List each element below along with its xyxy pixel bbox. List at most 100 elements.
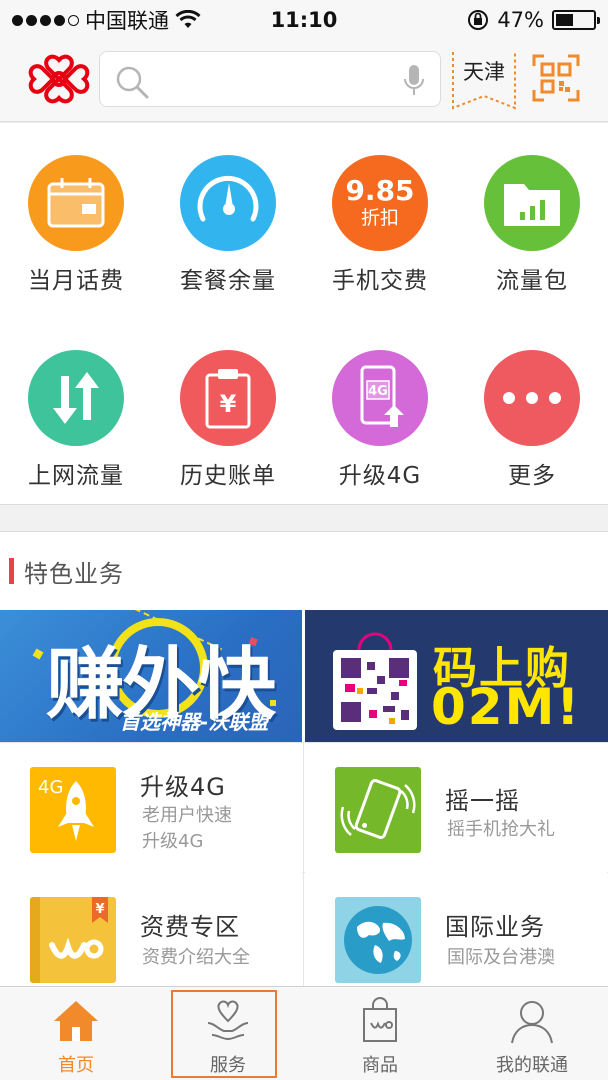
grid-item-bill-history[interactable]: ¥ 历史账单 (152, 318, 304, 489)
rocket-icon: 4G (38, 777, 94, 841)
rotation-lock-icon (468, 10, 489, 30)
card-title: 摇一摇 (445, 787, 520, 815)
card-title: 升级4G (140, 773, 226, 801)
shake-phone-icon (335, 767, 421, 853)
microphone-icon[interactable] (402, 64, 426, 98)
tab-label: 我的联通 (496, 1055, 568, 1076)
grid-item-circle (484, 155, 580, 251)
card-description: 老用户快速 升级4G (142, 803, 292, 855)
grid-item-upgrade-4g[interactable]: 4G 升级4G (304, 318, 456, 489)
card-description-line: 摇手机抢大礼 (447, 819, 555, 840)
city-selector-border (452, 52, 516, 110)
china-unicom-logo-icon[interactable] (28, 54, 90, 104)
grid-item-circle: ¥ (180, 350, 276, 446)
card-description-line: 老用户快速 (142, 805, 232, 826)
grid-item-label: 当月话费 (28, 268, 124, 294)
price-book-icon: ¥ (30, 897, 116, 983)
calendar-icon (47, 178, 105, 228)
shopping-bag-icon (363, 997, 397, 1042)
wifi-icon (175, 10, 201, 28)
section-title-bar (9, 558, 14, 584)
heart-hands-icon (207, 1000, 249, 1041)
grid-item-data-pack[interactable]: 流量包 (456, 123, 608, 294)
grid-item-circle (180, 155, 276, 251)
tab-products[interactable]: 商品 (304, 987, 456, 1080)
rocket-4g-badge: 4G (38, 777, 63, 798)
featured-services-section: 特色业务 赚外快 首选神器-沃联盟 码上购 02M! 4G 升级4G 老用户快速… (0, 531, 608, 1003)
grid-item-circle (484, 350, 580, 446)
status-right: 47% (467, 8, 600, 32)
home-icon (54, 1001, 98, 1041)
globe-graphic (344, 906, 412, 974)
tab-label: 商品 (362, 1055, 398, 1076)
gauge-icon (197, 175, 259, 222)
grid-item-circle: 9.85 折扣 (332, 155, 428, 251)
user-icon (511, 1001, 553, 1044)
banner-wo-alliance[interactable]: 赚外快 首选神器-沃联盟 (0, 610, 302, 742)
card-description-line: 资费介绍大全 (142, 947, 250, 968)
banner-sub-text: 首选神器-沃联盟 (120, 710, 269, 734)
banner-subtitle: 02M! (431, 678, 582, 736)
search-bar[interactable] (99, 51, 441, 107)
signal-strength-icon (12, 14, 79, 26)
grid-item-internet-usage[interactable]: 上网流量 (0, 318, 152, 489)
tab-home[interactable]: 首页 (0, 987, 152, 1080)
card-tariff-zone[interactable]: ¥ 资费专区 资费介绍大全 (0, 873, 302, 1003)
grid-item-circle: 4G (332, 350, 428, 446)
tab-label: 服务 (210, 1055, 246, 1076)
price-tag-badge: ¥ (95, 902, 104, 917)
book-icon: ¥ (30, 897, 108, 983)
phone-4g-icon: 4G (360, 365, 404, 427)
section-title: 特色业务 (0, 554, 124, 588)
status-left: 中国联通 (12, 5, 201, 35)
tab-service[interactable]: 服务 (152, 987, 304, 1080)
grid-item-plan-balance[interactable]: 套餐余量 (152, 123, 304, 294)
globe-icon (335, 897, 421, 983)
grid-item-monthly-bill[interactable]: 当月话费 (0, 123, 152, 294)
grid-item-label: 升级4G (338, 463, 422, 489)
grid-item-label: 上网流量 (28, 463, 124, 489)
card-upgrade-4g[interactable]: 4G 升级4G 老用户快速 升级4G (0, 743, 302, 873)
rocket-4g-icon: 4G (30, 767, 116, 853)
card-description: 国际及台港澳 (447, 945, 597, 971)
card-shake[interactable]: 摇一摇 摇手机抢大礼 (305, 743, 607, 873)
search-input[interactable] (158, 60, 388, 98)
discount-badge-text: 折扣 (360, 207, 399, 229)
grid-item-more[interactable]: 更多 (456, 318, 608, 489)
card-title: 资费专区 (140, 913, 240, 941)
bill-clipboard-icon: ¥ (205, 369, 251, 429)
battery-percent: 47% (497, 8, 544, 32)
grid-item-label: 手机交费 (332, 268, 428, 294)
tab-my-unicom[interactable]: 我的联通 (456, 987, 608, 1080)
grid-item-circle (28, 350, 124, 446)
bottom-tab-bar: 首页 服务 商品 我的联通 (0, 986, 608, 1080)
grid-item-phone-recharge[interactable]: 9.85 折扣 手机交费 (304, 123, 456, 294)
card-description: 资费介绍大全 (142, 945, 292, 971)
phone-shake-icon (340, 779, 416, 839)
card-description-line: 升级4G (142, 831, 204, 852)
updown-arrows-icon (53, 372, 99, 424)
folder-chart-icon (504, 184, 560, 226)
quick-service-grid: 当月话费 套餐余量 9.85 折扣 手机交费 流量包 上网流量 ¥ 历史账单 4… (0, 123, 608, 505)
discount-badge-value: 9.85 (345, 174, 415, 207)
qr-scan-icon[interactable] (532, 54, 580, 102)
battery-fill (556, 14, 573, 26)
carrier-name: 中国联通 (85, 9, 169, 33)
grid-item-label: 流量包 (496, 268, 568, 294)
tab-label: 首页 (58, 1055, 94, 1076)
qr-shopping-bag-icon (333, 632, 417, 730)
city-selector[interactable]: 天津 (452, 50, 516, 110)
card-title: 国际业务 (445, 913, 545, 941)
card-international[interactable]: 国际业务 国际及台港澳 (305, 873, 607, 1003)
more-dots-icon (503, 392, 561, 404)
grid-item-label: 套餐余量 (180, 268, 276, 294)
grid-item-circle (28, 155, 124, 251)
banner-code-shopping[interactable]: 码上购 02M! (305, 610, 608, 742)
section-title-text: 特色业务 (24, 559, 124, 588)
battery-icon (552, 10, 600, 30)
card-description: 摇手机抢大礼 (447, 817, 597, 843)
card-description-line: 国际及台港澳 (447, 947, 555, 968)
divider (303, 742, 304, 987)
grid-item-label: 更多 (508, 463, 556, 489)
status-bar: 中国联通 11:10 47% (0, 0, 608, 40)
